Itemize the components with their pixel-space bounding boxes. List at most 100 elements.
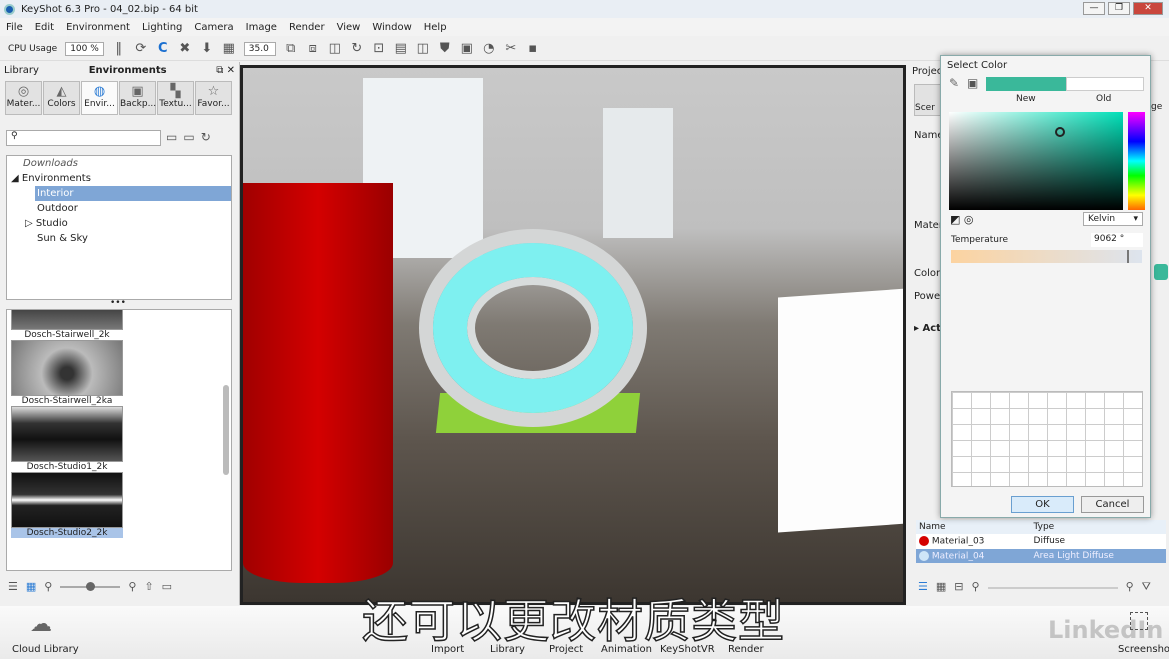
close-button[interactable]: ✕: [1133, 2, 1163, 15]
menu-window[interactable]: Window: [372, 22, 411, 33]
expanded-icon[interactable]: ◢: [11, 173, 22, 184]
perspective-icon[interactable]: ▦: [222, 41, 236, 56]
upload-icon[interactable]: ⇧: [144, 580, 153, 593]
panel-close-icon[interactable]: ⧉ ✕: [216, 65, 235, 76]
collapsed-icon[interactable]: ▷: [25, 218, 36, 229]
menu-render[interactable]: Render: [289, 22, 325, 33]
add-camera-icon[interactable]: ⧈: [306, 41, 320, 56]
cancel-button[interactable]: Cancel: [1081, 496, 1144, 513]
tab-scene[interactable]: Scer: [914, 84, 942, 116]
table-row[interactable]: Material_03 Diffuse: [916, 534, 1166, 549]
shield-icon[interactable]: ⛊: [438, 41, 452, 56]
lock-camera-icon[interactable]: ⊡: [372, 41, 386, 56]
presentation-icon[interactable]: ▣: [460, 41, 474, 56]
tree-item-interior[interactable]: Interior: [35, 186, 231, 201]
color-wheel-icon[interactable]: ◎: [964, 213, 974, 226]
model-set-nav-icon[interactable]: ◫: [416, 41, 430, 56]
save-icon[interactable]: ▣: [967, 76, 978, 90]
menu-environment[interactable]: Environment: [66, 22, 130, 33]
search-input[interactable]: ⚲: [6, 130, 161, 146]
restore-button[interactable]: ❐: [1108, 2, 1130, 15]
thumbnail-item[interactable]: Dosch-Stairwell_2k: [11, 310, 123, 340]
splitter-handle[interactable]: •••: [110, 298, 126, 308]
menu-image[interactable]: Image: [246, 22, 277, 33]
temperature-slider[interactable]: [951, 250, 1142, 263]
tab-environments[interactable]: ◍ Envir...: [81, 81, 118, 115]
ok-button[interactable]: OK: [1011, 496, 1074, 513]
import-folder-icon[interactable]: ▭: [183, 130, 200, 144]
folder-icon[interactable]: ▭: [162, 580, 172, 593]
thumbnail-item[interactable]: Dosch-Studio1_2k: [11, 406, 123, 472]
screenshot-button[interactable]: Screenshot: [1118, 644, 1169, 655]
tab-textures[interactable]: ▚ Textu...: [157, 81, 194, 115]
menu-file[interactable]: File: [6, 22, 23, 33]
custom-color-grid[interactable]: [951, 391, 1143, 487]
pause-icon[interactable]: ‖: [112, 41, 126, 56]
tab-materials[interactable]: ◎ Mater...: [5, 81, 42, 115]
render-viewport[interactable]: [240, 65, 906, 605]
screenshot-icon[interactable]: [1130, 612, 1148, 630]
tree-item-downloads[interactable]: Downloads: [7, 156, 231, 171]
scrollbar[interactable]: [223, 385, 229, 475]
tree-item-studio[interactable]: ▷ Studio: [7, 216, 231, 231]
hue-slider[interactable]: [1128, 112, 1145, 210]
zoom-in-icon[interactable]: ⚲: [1126, 580, 1134, 594]
menu-help[interactable]: Help: [424, 22, 447, 33]
old-color-swatch[interactable]: [1066, 77, 1144, 91]
refresh-icon[interactable]: ↻: [201, 130, 217, 144]
fit-icon[interactable]: ✖: [178, 41, 192, 56]
table-row[interactable]: Material_04 Area Light Diffuse: [916, 548, 1166, 563]
action-section[interactable]: ▸ Act: [914, 323, 941, 334]
zoom-in-icon[interactable]: ⚲: [128, 580, 136, 593]
reset-view-icon[interactable]: C: [156, 41, 170, 56]
drop-icon[interactable]: ⬇: [200, 41, 214, 56]
zoom-out-icon[interactable]: ⚲: [972, 580, 980, 594]
eyedropper-icon[interactable]: ✎: [949, 76, 959, 90]
grid-view-icon[interactable]: ▦: [936, 580, 946, 594]
tab-backplates[interactable]: ▣ Backp...: [119, 81, 156, 115]
thumbnail-size-slider[interactable]: [60, 581, 121, 591]
filter-icon[interactable]: ⛛: [1142, 580, 1151, 594]
cloud-library-button[interactable]: Cloud Library: [12, 644, 79, 655]
add-model-set-icon[interactable]: ▤: [394, 41, 408, 56]
temperature-input[interactable]: 9062 °: [1091, 233, 1143, 247]
picker-handle[interactable]: [1055, 127, 1065, 137]
tab-image[interactable]: ge: [1151, 102, 1162, 112]
camera-nav-icon[interactable]: ◫: [328, 41, 342, 56]
column-type[interactable]: Type: [1034, 520, 1166, 534]
rotate-icon[interactable]: ↻: [350, 41, 364, 56]
zoom-out-icon[interactable]: ⚲: [44, 580, 52, 593]
add-folder-icon[interactable]: ▭: [166, 130, 183, 144]
cpu-usage-select[interactable]: 100 %: [65, 41, 104, 56]
color-swatch[interactable]: [1154, 264, 1168, 280]
tab-favorites[interactable]: ☆ Favor...: [195, 81, 232, 115]
saturation-value-picker[interactable]: [949, 112, 1123, 210]
menu-view[interactable]: View: [337, 22, 361, 33]
tree-view-icon[interactable]: ⊟: [954, 580, 963, 594]
menu-edit[interactable]: Edit: [35, 22, 54, 33]
tab-colors[interactable]: ◭ Colors: [43, 81, 80, 115]
focal-length-input[interactable]: 35.0: [243, 41, 276, 56]
refresh-icon[interactable]: ⟳: [134, 41, 148, 56]
tool-icon[interactable]: ✂: [504, 41, 518, 56]
region-icon[interactable]: ⧉: [284, 41, 298, 56]
thumbnail-item[interactable]: Dosch-Studio2_2k: [11, 472, 123, 538]
menu-lighting[interactable]: Lighting: [142, 22, 182, 33]
cloud-icon[interactable]: ☁: [30, 612, 52, 637]
menu-camera[interactable]: Camera: [194, 22, 233, 33]
list-view-icon[interactable]: ☰: [8, 580, 18, 593]
column-name[interactable]: Name: [916, 520, 1034, 534]
tree-item-environments[interactable]: ◢ Environments: [7, 171, 231, 186]
size-slider[interactable]: [987, 587, 1118, 589]
list-view-icon[interactable]: ☰: [918, 580, 928, 594]
thumbnail-item[interactable]: Dosch-Stairwell_2ka: [11, 340, 123, 406]
geometry-icon[interactable]: ◔: [482, 41, 496, 56]
tree-item-sun-sky[interactable]: Sun & Sky: [7, 231, 231, 246]
minimize-button[interactable]: —: [1083, 2, 1105, 15]
color-mode-select[interactable]: Kelvin ▾: [1083, 212, 1143, 226]
gradient-icon[interactable]: ◩: [950, 213, 960, 226]
grid-view-icon[interactable]: ▦: [26, 580, 36, 593]
console-icon[interactable]: ▪: [526, 41, 540, 56]
slider-handle[interactable]: [1127, 250, 1129, 263]
tree-item-outdoor[interactable]: Outdoor: [7, 201, 231, 216]
